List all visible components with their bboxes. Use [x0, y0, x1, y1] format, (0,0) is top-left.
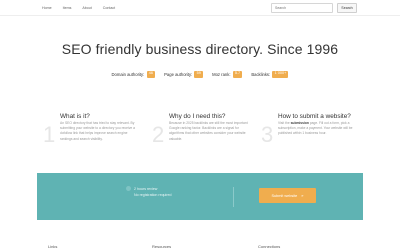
submit-website-button[interactable]: Submit website » [259, 188, 316, 203]
feature-title: What is it? [60, 113, 90, 120]
feature-text-before: Visit the [278, 121, 290, 125]
metric-label: Page authority: [164, 71, 193, 77]
cta-divider [233, 187, 234, 207]
footer-heading-connections: Connections [258, 244, 281, 249]
feature-text: An SEO directory that has tried to stay … [60, 121, 135, 141]
page-title: SEO friendly business directory. Since 1… [61, 41, 339, 57]
arrow-right-icon: » [301, 193, 304, 198]
search-button[interactable]: Search [337, 3, 357, 13]
metric-label: Moz rank: [212, 71, 231, 77]
submission-link[interactable]: submission [291, 121, 309, 125]
feature-text-after: page. Fill out a form, pick a subscripti… [278, 121, 353, 136]
feature-title: How to submit a website? [278, 113, 351, 120]
nav-link-about[interactable]: About [82, 6, 91, 10]
feature-title: Why do I need this? [169, 113, 226, 120]
metric-domain-authority: Domain authority: 46 [112, 71, 156, 78]
feature-number: 3 [261, 122, 274, 147]
metric-moz-rank: Moz rank: 5.7 [212, 71, 243, 78]
feature-why-need: 2 Why do I need this? Because in 2025 ba… [152, 112, 262, 162]
search-input[interactable] [271, 3, 333, 13]
cta-review-time: 2 hours review [134, 186, 158, 191]
metric-badge: 5.7 [232, 71, 243, 78]
cta-no-registration: No registration required [134, 193, 172, 197]
metric-badge: 46 [146, 71, 156, 78]
metric-label: Domain authority: [111, 71, 145, 77]
top-navbar: Home Items About Contact Search [0, 0, 400, 16]
feature-what-is-it: 1 What is it? An SEO directory that has … [43, 112, 153, 162]
footer-heading-resources: Resources [152, 244, 172, 249]
metric-badge: 59 [194, 71, 204, 78]
feature-how-to-submit: 3 How to submit a website? Visit the sub… [261, 112, 371, 162]
nav-link-items[interactable]: Items [63, 6, 72, 10]
seo-metrics: Domain authority: 46 Page authority: 59 … [0, 71, 400, 78]
metric-badge: 1 000+ [272, 71, 289, 78]
feature-text: Visit the submission page. Fill out a fo… [278, 121, 358, 137]
feature-number: 1 [43, 122, 56, 147]
clock-icon [126, 186, 131, 191]
cta-band: 2 hours review No registration required … [37, 173, 363, 220]
metric-backlinks: Backlinks: 1 000+ [251, 71, 289, 78]
feature-text: Because in 2025 backlinks are still the … [169, 121, 248, 141]
feature-number: 2 [152, 122, 165, 147]
metric-label: Backlinks: [251, 71, 271, 77]
submit-website-label: Submit website [271, 193, 298, 198]
nav-link-contact[interactable]: Contact [103, 6, 115, 10]
metric-page-authority: Page authority: 59 [164, 71, 204, 78]
nav-links: Home Items About Contact [42, 0, 126, 16]
footer-heading-links: Links [48, 244, 58, 249]
nav-link-home[interactable]: Home [42, 6, 52, 10]
